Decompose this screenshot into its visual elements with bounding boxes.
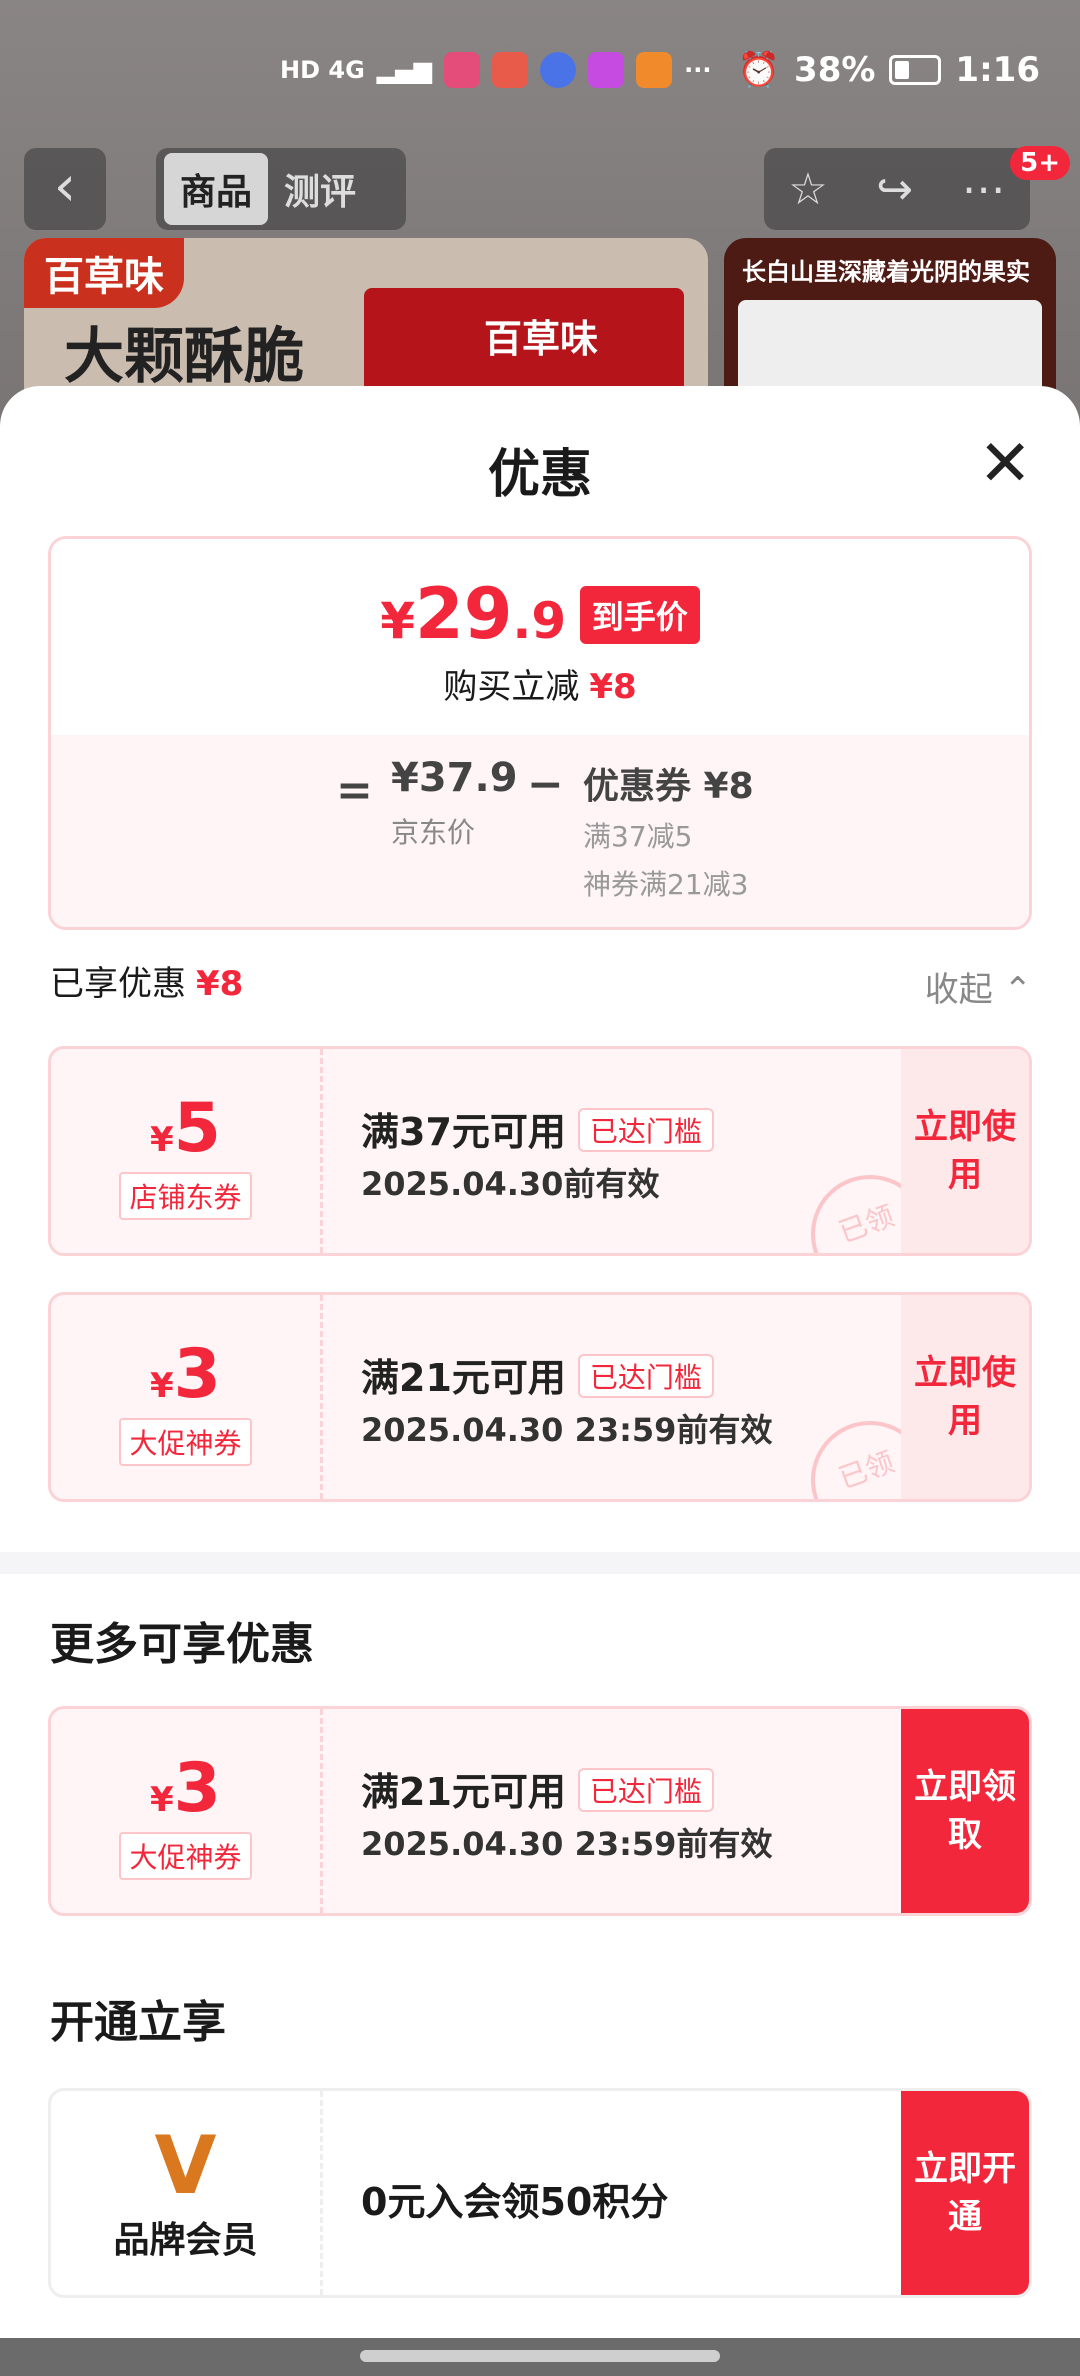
- open-membership-title: 开通立享: [50, 1997, 226, 2048]
- coupon-type: 大促神券: [119, 1832, 252, 1880]
- coupon-condition: 满21元可用 已达门槛: [361, 1347, 714, 1402]
- threshold-badge: 已达门槛: [577, 1108, 714, 1152]
- coupon-condition: 满21元可用 已达门槛: [361, 1761, 714, 1816]
- favorite-star-icon[interactable]: ☆: [788, 164, 827, 215]
- product-tabs: 商品 测评: [156, 148, 406, 230]
- currency-symbol: ¥: [150, 1120, 174, 1160]
- more-discounts-title: 更多可享优惠: [50, 1619, 314, 1670]
- sheet-title: 优惠: [487, 445, 592, 505]
- back-button[interactable]: ‹: [24, 148, 106, 230]
- app-notification-icon: [540, 52, 577, 88]
- coupon-validity: 2025.04.30 23:59前有效: [361, 1411, 773, 1449]
- price-breakdown: = ¥37.9 京东价 − 优惠券 ¥8 满37减5 神券满21减3: [51, 735, 1029, 927]
- claim-now-button[interactable]: 立即领取: [901, 1709, 1029, 1913]
- enjoyed-label: 已享优惠: [50, 964, 186, 1004]
- currency-symbol: ¥: [380, 592, 415, 650]
- coupon-type: 大促神券: [119, 1418, 252, 1466]
- enjoyed-discount: 已享优惠 ¥8: [50, 956, 243, 1005]
- member-offer-text: 0元入会领50积分: [361, 2180, 669, 2224]
- section-divider: [0, 1552, 1080, 1574]
- coupon-value: ¥3 大促神券: [51, 1295, 323, 1499]
- discount-amount: ¥8: [589, 667, 637, 707]
- condition-text: 满37元可用: [361, 1110, 566, 1154]
- condition-text: 满21元可用: [361, 1356, 566, 1400]
- video-app-icon: [588, 52, 625, 88]
- price-summary-card: ¥29.9 到手价 购买立减 ¥8 = ¥37.9 京东价 − 优惠券 ¥8 满3…: [48, 536, 1032, 930]
- brand-v-logo-icon: V: [154, 2119, 217, 2212]
- coupon-value: ¥3 大促神券: [51, 1709, 323, 1913]
- coupon-detail: 满37减5: [583, 820, 693, 853]
- banner-caption: 长白山里深藏着光阴的果实: [742, 258, 1030, 286]
- price-integer: 29: [414, 573, 513, 655]
- coupon-detail: 神券满21减3: [583, 868, 749, 901]
- jd-price: ¥37.9: [391, 755, 518, 801]
- package-brand: 百草味: [484, 317, 599, 361]
- coupon-validity: 2025.04.30 23:59前有效: [361, 1825, 773, 1863]
- use-now-button[interactable]: 立即使用: [901, 1295, 1029, 1499]
- battery-percent: 38%: [794, 50, 876, 90]
- coupon-card: ¥3 大促神券 满21元可用 已达门槛 2025.04.30 23:59前有效 立…: [48, 1706, 1032, 1916]
- tab-review[interactable]: 测评: [268, 153, 372, 225]
- coupon-total: 优惠券 ¥8: [583, 766, 754, 807]
- coupon-validity: 2025.04.30前有效: [361, 1165, 660, 1203]
- status-right: ⏰ 38% 1:16: [738, 50, 1040, 90]
- brand-member-badge: V 品牌会员: [51, 2091, 323, 2295]
- currency-symbol: ¥: [150, 1366, 174, 1406]
- instant-discount: 购买立减 ¥8: [51, 659, 1029, 708]
- member-label: 品牌会员: [113, 2220, 258, 2261]
- message-count-badge: 5+: [1010, 146, 1070, 180]
- share-icon[interactable]: ↪: [876, 164, 913, 215]
- coupon-value: ¥5 店铺东券: [51, 1049, 323, 1253]
- minus-sign: −: [527, 759, 564, 810]
- app-notification-icon: [636, 52, 673, 88]
- coupon-amount: 5: [173, 1089, 221, 1168]
- collapse-button[interactable]: 收起 ⌃: [925, 962, 1032, 1011]
- coupon-type: 店铺东券: [119, 1172, 252, 1220]
- equals-sign: =: [336, 765, 373, 816]
- jd-price-label: 京东价: [391, 816, 476, 849]
- currency-symbol: ¥: [150, 1780, 174, 1820]
- coupon-card: ¥3 大促神券 满21元可用 已达门槛 2025.04.30 23:59前有效 已…: [48, 1292, 1032, 1502]
- banner-slogan: 大颗酥脆: [64, 322, 304, 392]
- final-price: ¥29.9 到手价: [51, 573, 1029, 655]
- alarm-icon: ⏰: [737, 50, 781, 90]
- clock: 1:16: [955, 50, 1040, 90]
- status-bar: HD 4G ▂▄▆ ··· ⏰ 38% 1:16: [0, 0, 1080, 140]
- coupon-amount: 3: [173, 1749, 221, 1828]
- network-indicator: HD 4G: [280, 56, 365, 84]
- coupon-condition: 满37元可用 已达门槛: [361, 1101, 714, 1156]
- enjoyed-amount: ¥8: [196, 964, 244, 1004]
- top-actions: ☆ ↪ ⋯: [764, 148, 1030, 230]
- coupon-amount: 3: [173, 1335, 221, 1414]
- final-price-tag: 到手价: [579, 586, 700, 644]
- signal-icon: ▂▄▆: [376, 56, 433, 84]
- battery-icon: [889, 55, 942, 85]
- condition-text: 满21元可用: [361, 1770, 566, 1814]
- home-gesture-handle[interactable]: [360, 2350, 720, 2362]
- threshold-badge: 已达门槛: [577, 1354, 714, 1398]
- coupon-card: ¥5 店铺东券 满37元可用 已达门槛 2025.04.30前有效 已领 立即使用: [48, 1046, 1032, 1256]
- open-membership-button[interactable]: 立即开通: [901, 2091, 1029, 2295]
- close-icon[interactable]: ✕: [978, 432, 1032, 496]
- app-notification-icon: [492, 52, 529, 88]
- discount-sheet: 优惠 ✕ ¥29.9 到手价 购买立减 ¥8 = ¥37.9 京东价 − 优惠券 …: [0, 386, 1080, 2338]
- more-menu-icon[interactable]: ⋯: [962, 164, 1006, 215]
- status-icons: HD 4G ▂▄▆ ···: [280, 52, 712, 88]
- threshold-badge: 已达门槛: [577, 1768, 714, 1812]
- brand-logo: 百草味: [24, 238, 184, 308]
- use-now-button[interactable]: 立即使用: [901, 1049, 1029, 1253]
- app-notification-icon: [444, 52, 481, 88]
- price-decimal: .9: [512, 592, 567, 650]
- more-notifications-icon: ···: [684, 56, 712, 84]
- discount-label: 购买立减: [443, 667, 580, 707]
- tab-goods[interactable]: 商品: [164, 153, 269, 225]
- membership-card: V 品牌会员 0元入会领50积分 立即开通: [48, 2088, 1032, 2298]
